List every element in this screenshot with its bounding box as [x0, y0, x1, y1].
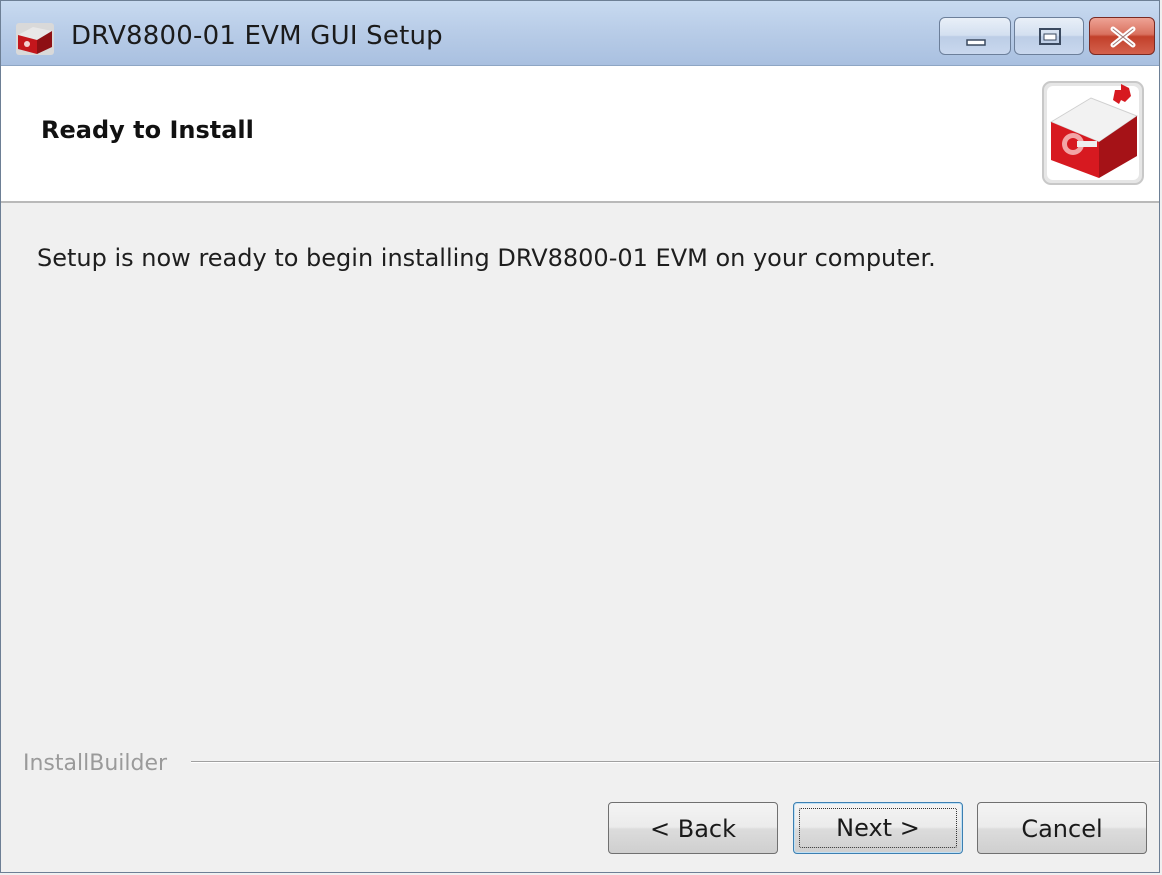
app-icon — [16, 23, 54, 55]
maximize-icon — [1039, 28, 1061, 45]
minimize-button[interactable] — [939, 17, 1011, 55]
close-icon — [1110, 26, 1136, 48]
cancel-button[interactable]: Cancel — [977, 802, 1147, 854]
title-bar[interactable]: DRV8800-01 EVM GUI Setup — [1, 1, 1159, 66]
maximize-button[interactable] — [1014, 17, 1084, 55]
installbuilder-label: InstallBuilder — [23, 751, 178, 776]
wizard-header: Ready to Install — [1, 66, 1159, 203]
minimize-icon — [966, 39, 986, 46]
back-button[interactable]: < Back — [608, 802, 778, 854]
ti-motor-logo-icon — [1042, 81, 1144, 185]
footer-divider — [191, 761, 1159, 763]
next-button[interactable]: Next > — [793, 802, 963, 854]
close-button[interactable] — [1089, 17, 1155, 55]
next-button-label: Next > — [836, 814, 920, 842]
page-title: Ready to Install — [41, 116, 254, 144]
window-title: DRV8800-01 EVM GUI Setup — [71, 21, 443, 51]
ready-message: Setup is now ready to begin installing D… — [37, 244, 936, 272]
setup-window: DRV8800-01 EVM GUI Setup Ready to Instal… — [0, 0, 1160, 873]
